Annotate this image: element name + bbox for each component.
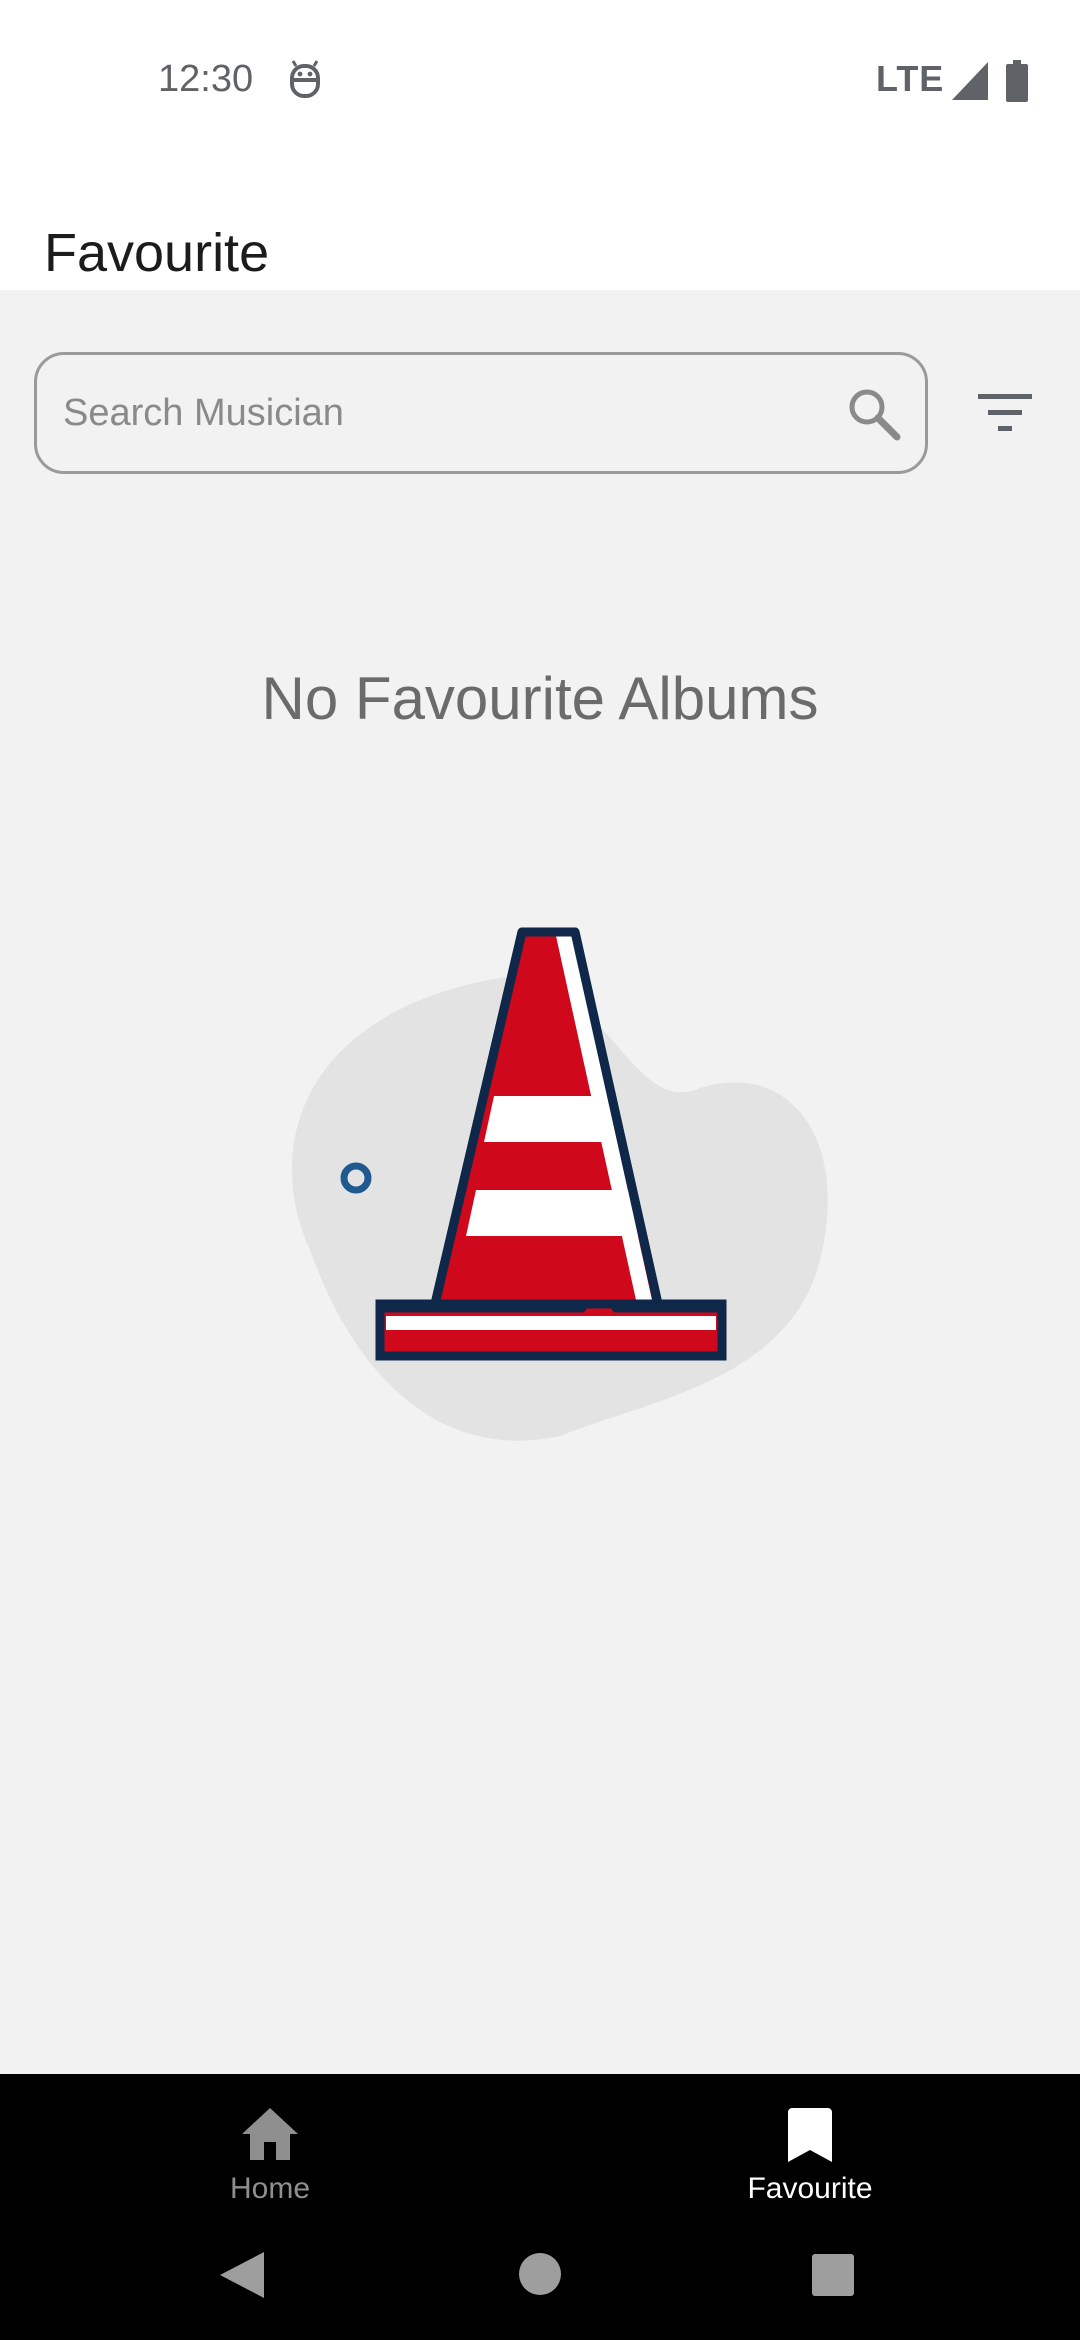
- app-bar: Favourite: [0, 160, 1080, 290]
- nav-item-favourite[interactable]: Favourite: [660, 2074, 960, 2224]
- system-navigation: [0, 2208, 1080, 2340]
- search-box[interactable]: [34, 352, 928, 474]
- home-circle-icon[interactable]: [518, 2252, 562, 2296]
- status-time: 12:30: [158, 58, 254, 100]
- bottom-navigation: Home Favourite: [0, 2074, 1080, 2340]
- battery-icon: [1006, 60, 1028, 102]
- traffic-cone-illustration: [291, 927, 828, 1441]
- signal-icon: [952, 62, 988, 100]
- nav-item-home[interactable]: Home: [120, 2074, 420, 2224]
- empty-state-message: No Favourite Albums: [261, 665, 819, 732]
- home-icon: [242, 2108, 298, 2160]
- search-input[interactable]: [61, 355, 821, 471]
- network-type: LTE: [876, 58, 945, 99]
- android-robot-icon: [290, 60, 320, 98]
- recent-apps-icon[interactable]: [812, 2254, 854, 2296]
- status-bar: 12:30 LTE: [0, 0, 1080, 160]
- search-icon[interactable]: [845, 385, 901, 441]
- bookmark-icon: [788, 2108, 832, 2162]
- cone-stripe-middle: [466, 1190, 638, 1236]
- back-icon[interactable]: [220, 2252, 264, 2298]
- page-title: Favourite: [44, 223, 270, 284]
- filter-icon[interactable]: [974, 388, 1036, 438]
- nav-label-favourite: Favourite: [747, 2172, 873, 2205]
- nav-label-home: Home: [229, 2172, 311, 2205]
